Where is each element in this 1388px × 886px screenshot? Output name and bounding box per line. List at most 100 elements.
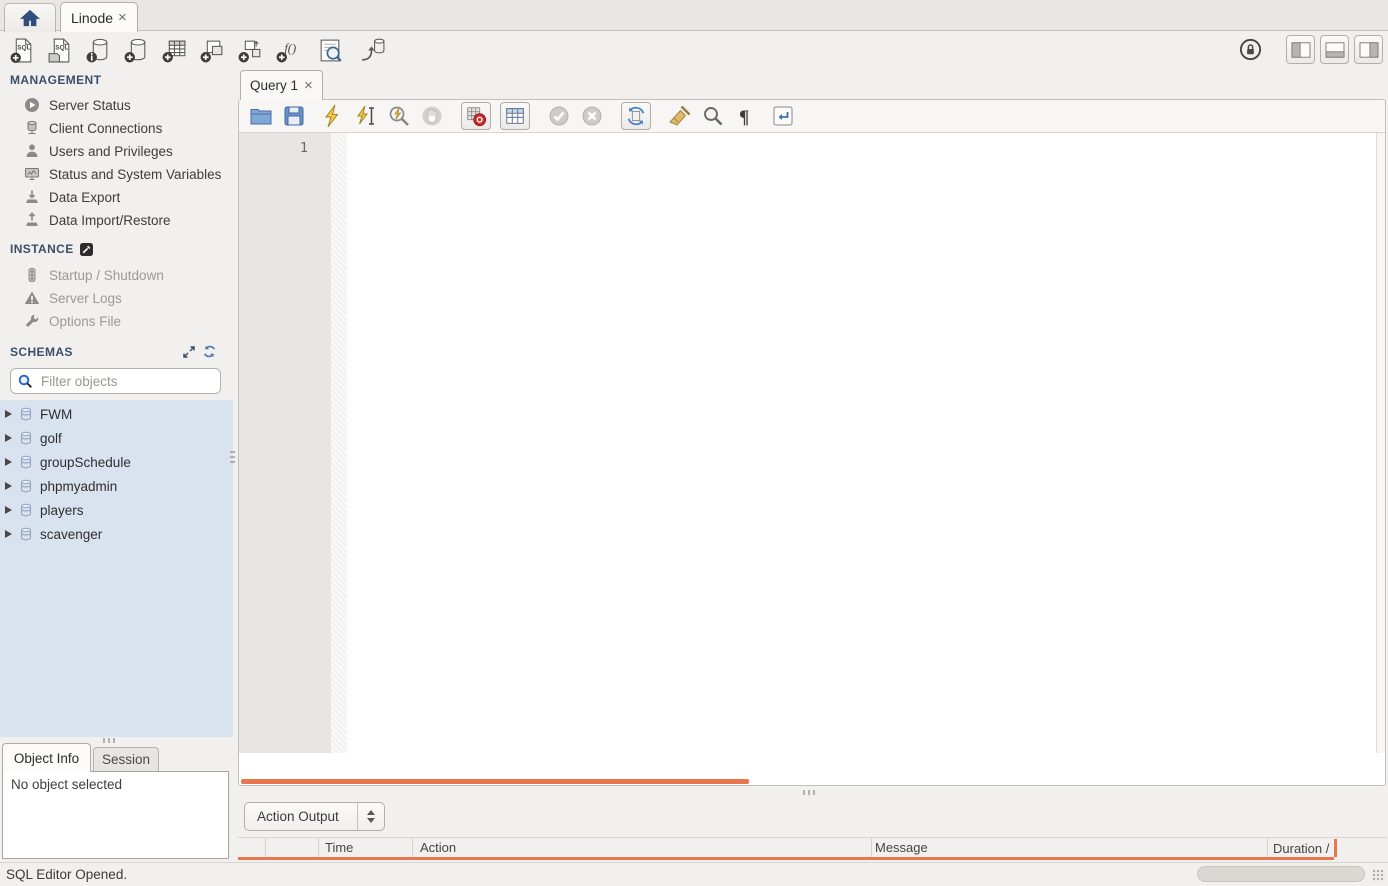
code-folding-strip xyxy=(331,133,347,753)
client-connections-icon xyxy=(24,120,40,136)
management-section-header: MANAGEMENT xyxy=(10,73,101,87)
tab-session[interactable]: Session xyxy=(93,747,159,772)
output-splitter-handle[interactable] xyxy=(803,790,816,795)
schema-icon xyxy=(19,431,33,445)
line-number-gutter: 1 xyxy=(239,133,331,753)
search-table-data-icon[interactable] xyxy=(317,37,344,64)
editor-vertical-scrollbar[interactable] xyxy=(1376,133,1385,753)
output-table-header: Time Action Message xyxy=(238,837,1386,858)
schema-icon xyxy=(19,479,33,493)
data-import-icon xyxy=(24,212,40,228)
sidebar-item-data-export[interactable]: Data Export xyxy=(24,186,230,208)
find-icon[interactable] xyxy=(701,104,725,128)
create-schema-icon[interactable] xyxy=(123,37,150,64)
expand-arrow-icon[interactable] xyxy=(5,530,12,538)
create-view-icon[interactable] xyxy=(199,37,226,64)
expand-panel-icon[interactable] xyxy=(182,345,196,359)
close-icon[interactable]: × xyxy=(304,78,313,93)
toggle-word-wrap-icon[interactable] xyxy=(771,104,795,128)
sidebar-item-options-file[interactable]: Options File xyxy=(24,310,230,332)
save-script-icon[interactable] xyxy=(282,104,306,128)
schema-row-groupschedule[interactable]: groupSchedule xyxy=(0,450,233,474)
execute-icon[interactable] xyxy=(321,104,345,128)
sidebar-splitter-handle[interactable] xyxy=(103,738,116,743)
sidebar: MANAGEMENT Server Status Client Connecti… xyxy=(0,68,233,862)
home-tab[interactable] xyxy=(4,3,56,32)
tab-object-info[interactable]: Object Info xyxy=(2,743,91,772)
sidebar-item-client-connections[interactable]: Client Connections xyxy=(24,117,230,139)
rollback-icon[interactable] xyxy=(580,104,604,128)
close-icon[interactable]: × xyxy=(118,10,127,25)
schema-tree: FWM golf groupSchedule phpmyadmin player xyxy=(0,400,233,737)
toggle-autocommit-button[interactable] xyxy=(621,102,651,130)
enterprise-features-icon[interactable] xyxy=(1238,37,1263,62)
expand-arrow-icon[interactable] xyxy=(5,482,12,490)
filter-search-icon xyxy=(18,374,33,389)
schema-row-golf[interactable]: golf xyxy=(0,426,233,450)
output-view-selector[interactable]: Action Output xyxy=(244,802,385,831)
svg-text:f(): f() xyxy=(284,41,296,55)
stop-icon[interactable] xyxy=(420,104,444,128)
new-sql-editor-icon[interactable]: SQL xyxy=(9,37,36,64)
schema-row-fwm[interactable]: FWM xyxy=(0,402,233,426)
filter-objects-input[interactable] xyxy=(39,373,203,390)
sidebar-item-system-variables[interactable]: Status and System Variables xyxy=(24,163,230,185)
beautify-icon[interactable] xyxy=(668,104,692,128)
toggle-stop-on-error-button[interactable] xyxy=(461,102,491,130)
server-status-icon xyxy=(24,97,40,113)
svg-text:¶: ¶ xyxy=(739,107,749,128)
status-message: SQL Editor Opened. xyxy=(6,867,127,882)
window-resize-grip-icon[interactable] xyxy=(1372,869,1385,882)
bottom-scrollbar-thumb[interactable] xyxy=(1197,866,1365,882)
expand-arrow-icon[interactable] xyxy=(5,506,12,514)
sidebar-item-server-logs[interactable]: Server Logs xyxy=(24,287,230,309)
create-procedure-icon[interactable] xyxy=(237,37,264,64)
schema-row-scavenger[interactable]: scavenger xyxy=(0,522,233,546)
schema-row-phpmyadmin[interactable]: phpmyadmin xyxy=(0,474,233,498)
editor-horizontal-scrollbar[interactable] xyxy=(241,779,749,784)
admin-wrench-badge-icon xyxy=(80,243,93,256)
schema-row-players[interactable]: players xyxy=(0,498,233,522)
schema-inspector-icon[interactable] xyxy=(85,37,112,64)
sidebar-item-data-import[interactable]: Data Import/Restore xyxy=(24,209,230,231)
expand-arrow-icon[interactable] xyxy=(5,458,12,466)
editor-toolbar: ¶ xyxy=(239,100,1385,133)
connection-tab-linode[interactable]: Linode × xyxy=(60,2,138,32)
expand-arrow-icon[interactable] xyxy=(5,434,12,442)
open-script-icon[interactable] xyxy=(249,104,273,128)
object-info-panel: No object selected xyxy=(2,771,229,859)
main-toolbar: SQL SQL f() xyxy=(0,33,386,67)
open-sql-script-icon[interactable]: SQL xyxy=(47,37,74,64)
schema-icon xyxy=(19,407,33,421)
toggle-right-panel-button[interactable] xyxy=(1354,35,1383,64)
sidebar-resize-handle[interactable] xyxy=(230,449,235,463)
create-function-icon[interactable]: f() xyxy=(275,37,302,64)
toggle-bottom-panel-button[interactable] xyxy=(1320,35,1349,64)
toggle-left-panel-button[interactable] xyxy=(1286,35,1315,64)
expand-arrow-icon[interactable] xyxy=(5,410,12,418)
execute-current-statement-icon[interactable] xyxy=(354,104,378,128)
explain-icon[interactable] xyxy=(387,104,411,128)
reconnect-database-icon[interactable] xyxy=(359,37,386,64)
schemas-section-header: SCHEMAS xyxy=(10,345,73,359)
sql-code-area[interactable] xyxy=(347,133,1376,753)
query-tab[interactable]: Query 1 × xyxy=(240,70,323,100)
sidebar-item-server-status[interactable]: Server Status xyxy=(24,94,230,116)
user-icon xyxy=(24,143,40,159)
output-vertical-scrollbar[interactable] xyxy=(1334,839,1337,857)
mysql-workbench-window: Linode × SQL SQL f() xyxy=(0,0,1388,886)
refresh-icon[interactable] xyxy=(202,344,217,359)
svg-text:SQL: SQL xyxy=(17,44,30,51)
sidebar-item-startup-shutdown[interactable]: Startup / Shutdown xyxy=(24,264,230,286)
commit-icon[interactable] xyxy=(547,104,571,128)
connection-tab-label: Linode xyxy=(71,10,113,26)
output-horizontal-scrollbar[interactable] xyxy=(238,857,1334,860)
sidebar-item-users-privileges[interactable]: Users and Privileges xyxy=(24,140,230,162)
create-table-icon[interactable] xyxy=(161,37,188,64)
editor-frame: ¶ 1 xyxy=(238,99,1386,786)
limit-rows-button[interactable] xyxy=(500,102,530,130)
data-export-icon xyxy=(24,189,40,205)
schema-icon xyxy=(19,527,33,541)
toggle-invisible-characters-icon[interactable]: ¶ xyxy=(734,104,758,128)
query-tab-label: Query 1 xyxy=(250,78,298,93)
